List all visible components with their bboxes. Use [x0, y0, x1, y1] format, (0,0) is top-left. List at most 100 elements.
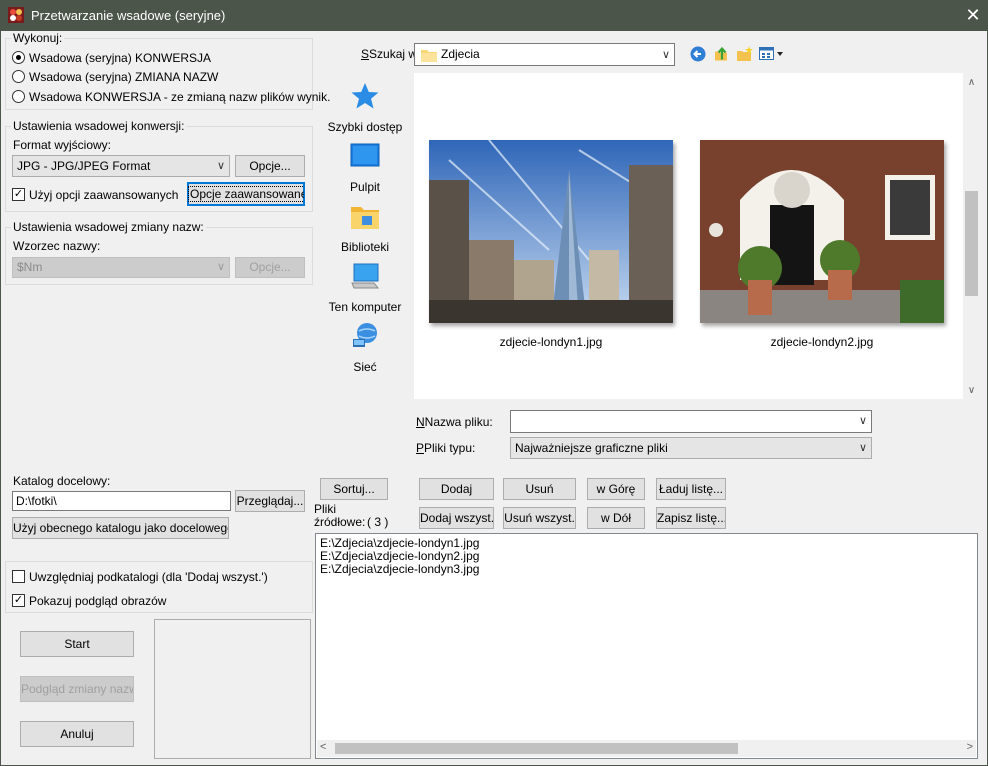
network-icon — [353, 323, 377, 347]
sort-button[interactable]: Sortuj... — [320, 478, 388, 500]
load-list-button[interactable]: Ładuj listę... — [656, 478, 726, 500]
folder-icon — [421, 50, 437, 62]
places-bar: Szybki dostęp Pulpit Biblioteki Ten komp… — [322, 73, 408, 399]
pattern-combo-value: $Nm — [17, 260, 43, 274]
window-title: Przetwarzanie wsadowe (seryjne) — [31, 8, 226, 23]
thumbnail-image[interactable] — [700, 140, 944, 323]
filename-label: NNazwa pliku: — [416, 415, 493, 429]
new-folder-icon[interactable] — [737, 46, 753, 62]
thumbnail-caption[interactable]: zdjecie-londyn1.jpg — [429, 335, 673, 349]
app-icon — [8, 7, 24, 23]
rename-preview-button[interactable]: Podgląd zmiany nazw — [20, 676, 134, 702]
cancel-button[interactable]: Anuluj — [20, 721, 134, 747]
scroll-left-icon[interactable]: < — [320, 741, 326, 753]
title-bar: Przetwarzanie wsadowe (seryjne) ✕ — [0, 0, 988, 31]
format-label: Format wyjściowy: — [13, 138, 112, 152]
target-dir-input[interactable]: D:\fotki\ — [12, 491, 231, 511]
close-icon[interactable]: ✕ — [962, 3, 984, 27]
target-dir-label: Katalog docelowy: — [13, 474, 111, 488]
advanced-options-checkbox[interactable] — [12, 188, 25, 201]
thumbnail-caption[interactable]: zdjecie-londyn2.jpg — [700, 335, 944, 349]
radio-batch-conversion[interactable] — [12, 51, 25, 64]
star-icon — [351, 83, 379, 109]
format-options-button[interactable]: Opcje... — [235, 155, 305, 177]
source-files-label-line2: źródłowe: — [314, 515, 366, 529]
conversion-group-label: Ustawienia wsadowej konwersji: — [11, 119, 187, 133]
filename-label-text: Nazwa pliku: — [424, 415, 493, 429]
place-this-pc-label: Ten komputer — [328, 300, 402, 314]
include-subfolders-checkbox[interactable] — [12, 570, 25, 583]
place-libraries[interactable]: Biblioteki — [322, 201, 408, 254]
format-select[interactable]: JPG - JPG/JPEG Format ∨ — [12, 155, 230, 177]
chevron-down-icon: ∨ — [858, 415, 867, 427]
advanced-options-button-label: Opcje zaawansowane... — [188, 186, 304, 202]
browser-vertical-scrollbar[interactable]: ∧ ∨ — [963, 73, 980, 399]
place-network[interactable]: Sieć — [322, 321, 408, 374]
place-network-label: Sieć — [353, 360, 377, 374]
add-all-button[interactable]: Dodaj wszyst. — [419, 507, 494, 529]
file-list-horizontal-scrollbar[interactable]: < > — [317, 740, 976, 757]
look-in-label-text: Szukaj w: — [369, 47, 421, 61]
rename-group-label: Ustawienia wsadowej zmiany nazw: — [11, 220, 206, 234]
pattern-options-button[interactable]: Opcje... — [235, 257, 305, 278]
desktop-icon — [350, 143, 380, 167]
place-libraries-label: Biblioteki — [340, 240, 390, 254]
radio-conversion-and-rename-label[interactable]: Wsadowa KONWERSJA - ze zmianą nazw plikó… — [29, 90, 330, 104]
source-files-count: ( 3 ) — [367, 515, 389, 529]
scrollbar-thumb[interactable] — [335, 743, 738, 754]
include-subfolders-label[interactable]: Uwzględniaj podkatalogi (dla 'Dodaj wszy… — [29, 570, 268, 584]
move-down-button[interactable]: w Dół — [587, 507, 645, 529]
filetype-label: PPliki typu: — [416, 441, 476, 455]
execute-group-label: Wykonuj: — [11, 31, 65, 45]
london-skyline-photo — [429, 140, 673, 323]
remove-button[interactable]: Usuń — [503, 478, 576, 500]
place-quick-access[interactable]: Szybki dostęp — [322, 81, 408, 134]
view-menu-icon[interactable] — [759, 46, 783, 62]
chevron-down-icon: ∨ — [858, 442, 867, 454]
use-current-dir-button[interactable]: Użyj obecnego katalogu jako docelowego — [12, 517, 229, 539]
browse-button[interactable]: Przeglądaj... — [235, 490, 305, 512]
advanced-options-button[interactable]: Opcje zaawansowane... — [187, 182, 305, 206]
place-this-pc[interactable]: Ten komputer — [322, 261, 408, 314]
remove-all-button[interactable]: Usuń wszyst. — [503, 507, 576, 529]
radio-conversion-and-rename[interactable] — [12, 90, 25, 103]
computer-icon — [351, 263, 380, 289]
look-in-combo[interactable]: Zdjecia ∨ — [414, 43, 675, 66]
chevron-down-icon: ∨ — [216, 261, 225, 273]
scrollbar-thumb[interactable] — [965, 191, 978, 296]
save-list-button[interactable]: Zapisz listę... — [656, 507, 726, 529]
up-folder-icon[interactable] — [713, 45, 729, 62]
filetype-select[interactable]: Najważniejsze graficzne pliki ∨ — [510, 437, 872, 459]
thumbnail-image[interactable] — [429, 140, 673, 323]
pattern-combo[interactable]: $Nm ∨ — [12, 257, 230, 278]
chevron-down-icon: ∨ — [216, 160, 225, 172]
scroll-right-icon[interactable]: > — [967, 741, 973, 753]
place-quick-access-label: Szybki dostęp — [327, 120, 403, 134]
scroll-up-icon[interactable]: ∧ — [963, 77, 980, 88]
advanced-options-label[interactable]: Użyj opcji zaawansowanych — [29, 188, 178, 202]
libraries-icon — [351, 207, 379, 229]
radio-batch-rename-label[interactable]: Wsadowa (seryjna) ZMIANA NAZW — [29, 70, 218, 84]
london-door-photo — [700, 140, 944, 323]
source-file-list[interactable]: E:\Zdjecia\zdjecie-londyn1.jpg E:\Zdjeci… — [315, 533, 978, 759]
source-files-label-line1: Pliki — [314, 502, 337, 516]
scroll-down-icon[interactable]: ∨ — [963, 385, 980, 396]
show-preview-checkbox[interactable] — [12, 594, 25, 607]
chevron-down-icon: ∨ — [661, 49, 670, 61]
back-icon[interactable] — [690, 46, 706, 62]
format-select-value: JPG - JPG/JPEG Format — [17, 159, 151, 173]
filename-combo[interactable]: ∨ — [510, 410, 872, 433]
start-button[interactable]: Start — [20, 631, 134, 657]
add-button[interactable]: Dodaj — [419, 478, 494, 500]
move-up-button[interactable]: w Górę — [587, 478, 645, 500]
list-item[interactable]: E:\Zdjecia\zdjecie-londyn3.jpg — [320, 563, 479, 576]
radio-batch-rename[interactable] — [12, 70, 25, 83]
place-desktop[interactable]: Pulpit — [322, 141, 408, 194]
place-desktop-label: Pulpit — [349, 180, 381, 194]
image-preview-pane — [154, 619, 311, 759]
file-browser-view[interactable]: zdjecie-londyn1.jpg zdjecie-londyn2.jpg — [414, 73, 963, 399]
radio-batch-conversion-label[interactable]: Wsadowa (seryjna) KONWERSJA — [29, 51, 211, 65]
look-in-label: SSzukaj w: — [361, 47, 421, 61]
filetype-value: Najważniejsze graficzne pliki — [515, 441, 668, 455]
show-preview-label[interactable]: Pokazuj podgląd obrazów — [29, 594, 166, 608]
